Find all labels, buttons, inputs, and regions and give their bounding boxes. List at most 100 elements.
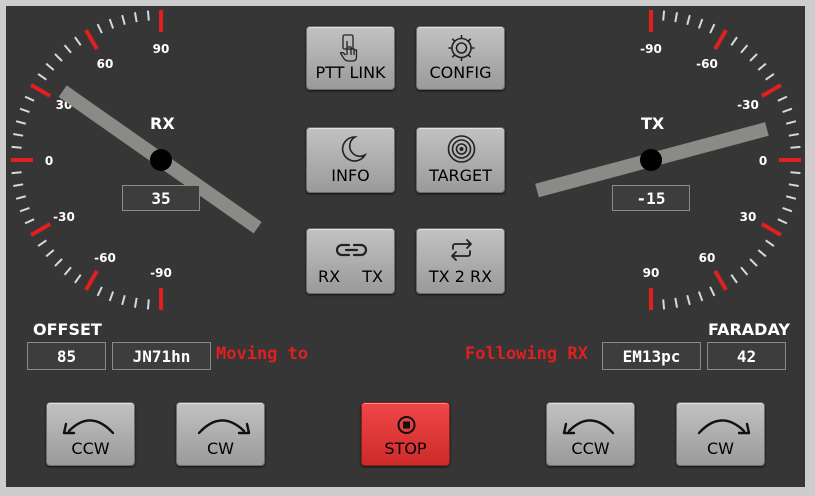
stop-circle-icon [397, 416, 416, 434]
target-icon [447, 135, 476, 163]
rx-minor-tick [13, 132, 24, 137]
tx-minor-tick [765, 73, 775, 81]
rx-minor-tick [96, 23, 103, 34]
tx-minor-tick [740, 44, 749, 54]
tx-minor-tick [782, 206, 793, 213]
tx-minor-tick [790, 145, 801, 149]
rx-minor-tick [37, 73, 47, 81]
rx-major-tick [84, 29, 99, 51]
tx-minor-tick [765, 239, 775, 247]
ptt-link-button[interactable]: PTT LINK [306, 26, 395, 90]
tx-minor-tick [757, 249, 767, 258]
rx-minor-tick [133, 12, 138, 23]
tx-minor-tick [730, 36, 738, 46]
faraday-input[interactable]: 42 [707, 342, 786, 370]
rx-needle-hub [150, 149, 172, 171]
rx-minor-tick [15, 195, 27, 200]
tx-minor-tick [777, 218, 788, 225]
rx-minor-tick [121, 294, 126, 306]
rx-minor-tick [96, 286, 103, 297]
tx-minor-tick [782, 107, 793, 114]
rx-minor-tick [54, 53, 63, 62]
tx-minor-tick [757, 62, 767, 71]
rx-minor-tick [74, 274, 82, 284]
tx-minor-tick [777, 95, 788, 102]
tx-minor-tick [662, 10, 666, 21]
target-button[interactable]: TARGET [416, 127, 505, 193]
tx-locator-field[interactable]: EM13pc [602, 342, 701, 370]
rx-minor-tick [19, 107, 30, 114]
tx-tick-label: -30 [737, 98, 759, 112]
tx-minor-tick [662, 299, 666, 310]
tx-tick-label: -60 [696, 57, 718, 71]
offset-input[interactable]: 85 [27, 342, 106, 370]
tx-minor-tick [785, 120, 797, 125]
tx-angle-readout: -15 [612, 185, 690, 211]
rx-dial-label: RX [150, 114, 175, 133]
rx-tick-label: 0 [45, 154, 53, 168]
tx-minor-tick [788, 183, 799, 188]
tx-cw-button[interactable]: CW [676, 402, 765, 466]
rx-minor-tick [121, 14, 126, 26]
rx-minor-tick [37, 239, 47, 247]
target-label: TARGET [429, 166, 492, 185]
tx-major-tick [713, 269, 728, 291]
offset-label: OFFSET [33, 320, 102, 339]
tx-minor-tick [686, 14, 691, 26]
rx-locator-field[interactable]: JN71hn [112, 342, 211, 370]
tx-major-tick [760, 83, 782, 98]
tx-major-tick [760, 222, 782, 237]
tx-minor-tick [788, 132, 799, 137]
tx-2-rx-label: TX 2 RX [428, 267, 493, 286]
rx-cw-button[interactable]: CW [176, 402, 265, 466]
tx-tick-label: 60 [699, 251, 716, 265]
rx-minor-tick [11, 171, 22, 175]
rx-major-tick [30, 83, 52, 98]
rx-minor-tick [108, 18, 115, 29]
rx-minor-tick [133, 297, 138, 308]
ccw-arrow-icon [62, 419, 115, 435]
config-button[interactable]: CONFIG [416, 26, 505, 90]
rx-ccw-button[interactable]: CCW [46, 402, 135, 466]
tx-minor-tick [790, 171, 801, 175]
rx-minor-tick [54, 258, 63, 267]
tx-minor-tick [674, 297, 679, 308]
swap-arrows-icon [451, 239, 472, 261]
tx-ccw-button[interactable]: CCW [546, 402, 635, 466]
tx-minor-tick [697, 291, 704, 302]
tx-minor-tick [730, 274, 738, 284]
cw-arrow-icon [197, 419, 251, 435]
faraday-label: FARADAY [708, 320, 790, 339]
rx-minor-tick [19, 206, 30, 213]
tx-minor-tick [686, 294, 691, 306]
rx-angle-readout: 35 [122, 185, 200, 211]
rx-minor-tick [11, 145, 22, 149]
tx-2-rx-button[interactable]: TX 2 RX [416, 228, 505, 294]
tx-minor-tick [674, 12, 679, 23]
rx-minor-tick [74, 36, 82, 46]
info-button[interactable]: INFO [306, 127, 395, 193]
tx-minor-tick [749, 53, 758, 62]
rx-tick-label: 90 [153, 42, 170, 56]
rx-minor-tick [45, 62, 55, 71]
tx-tick-label: 90 [643, 266, 660, 280]
link-rx-tx-button[interactable]: RX TX [306, 228, 395, 294]
stop-button[interactable]: STOP [361, 402, 450, 466]
rx-major-tick [30, 222, 52, 237]
tx-dial: -90 -60 -30 0 30 60 90 [535, 10, 801, 310]
rx-minor-tick [63, 44, 72, 54]
ptt-link-label: PTT LINK [315, 63, 386, 82]
rx-dial: 9060300-30-60-90 [11, 10, 262, 310]
tx-minor-tick [740, 266, 749, 276]
rx-minor-tick [13, 183, 24, 188]
rx-minor-tick [45, 249, 55, 258]
info-label: INFO [331, 166, 370, 185]
rx-cw-label: CW [207, 439, 234, 458]
rx-tick-label: 60 [97, 57, 114, 71]
tx-minor-tick [697, 18, 704, 29]
ccw-arrow-icon [562, 419, 615, 435]
moon-icon [341, 136, 368, 162]
rx-tick-label: -30 [53, 210, 75, 224]
tx-major-tick [713, 29, 728, 51]
cw-arrow-icon [697, 419, 751, 435]
